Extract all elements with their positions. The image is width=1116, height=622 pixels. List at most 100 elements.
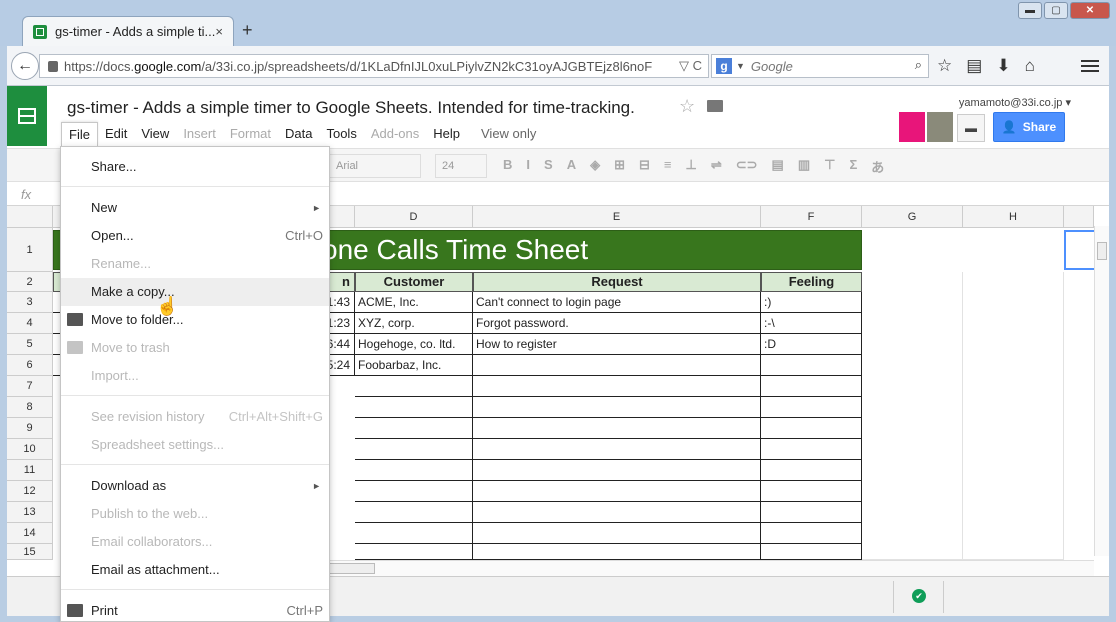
strikethrough-icon[interactable]: S (544, 157, 553, 176)
empty-cell[interactable] (473, 544, 761, 560)
new-tab-button[interactable]: + (242, 20, 253, 41)
user-email[interactable]: yamamoto@33i.co.jp ▾ (959, 96, 1071, 109)
fill-color-icon[interactable]: ◈ (590, 157, 600, 176)
search-icon[interactable]: ⌕ (915, 57, 922, 73)
google-search-engine-icon[interactable]: g (716, 58, 732, 74)
empty-cell[interactable] (473, 502, 761, 523)
column-header-f[interactable]: F (761, 206, 862, 228)
cell-request[interactable]: How to register (473, 334, 761, 355)
empty-cell[interactable] (355, 460, 473, 481)
grid-area-g[interactable] (862, 272, 963, 560)
cell-customer[interactable]: Foobarbaz, Inc. (355, 355, 473, 376)
user-avatar[interactable] (927, 112, 953, 142)
select-all-corner[interactable] (7, 206, 53, 228)
empty-cell[interactable] (355, 544, 473, 560)
document-title[interactable]: gs-timer - Adds a simple timer to Google… (67, 98, 635, 118)
menu-item-new[interactable]: New ► (61, 194, 329, 222)
borders-icon[interactable]: ⊞ (614, 157, 625, 176)
row-header-13[interactable]: 13 (7, 502, 53, 523)
cell-customer[interactable]: XYZ, corp. (355, 313, 473, 334)
functions-icon[interactable]: Σ (849, 157, 857, 176)
empty-cell[interactable] (355, 439, 473, 460)
empty-cell[interactable] (355, 376, 473, 397)
italic-icon[interactable]: I (526, 157, 530, 176)
row-header-2[interactable]: 2 (7, 272, 53, 292)
row-header-14[interactable]: 14 (7, 523, 53, 544)
menu-edit[interactable]: Edit (98, 122, 134, 146)
header-cell-customer[interactable]: Customer (355, 272, 473, 292)
tab-close-icon[interactable]: × (215, 24, 223, 39)
menu-format[interactable]: Format (223, 122, 278, 146)
browser-tab[interactable]: gs-timer - Adds a simple ti... × (22, 16, 234, 46)
bookmark-star-icon[interactable]: ☆ (937, 56, 952, 76)
empty-cell[interactable] (473, 418, 761, 439)
menu-item-download-as[interactable]: Download as ► (61, 472, 329, 500)
empty-cell[interactable] (761, 481, 862, 502)
menu-file[interactable]: File (61, 122, 98, 146)
cell-customer[interactable]: ACME, Inc. (355, 292, 473, 313)
maximize-button[interactable]: ▢ (1044, 2, 1068, 19)
empty-cell[interactable] (761, 460, 862, 481)
column-header-e[interactable]: E (473, 206, 761, 228)
menu-item-email-collaborators[interactable]: Email collaborators... (61, 528, 329, 556)
row-header-10[interactable]: 10 (7, 439, 53, 460)
cell-customer[interactable]: Hogehoge, co. ltd. (355, 334, 473, 355)
menu-item-move-to-trash[interactable]: Move to trash (61, 334, 329, 362)
font-select[interactable]: Arial (329, 154, 421, 178)
share-button[interactable]: 👤 Share (993, 112, 1065, 142)
column-header-partial[interactable] (1064, 206, 1094, 228)
menu-add-ons[interactable]: Add-ons (364, 122, 426, 146)
empty-cell[interactable] (473, 523, 761, 544)
row-header-4[interactable]: 4 (7, 313, 53, 334)
merge-cells-icon[interactable]: ⊟ (639, 157, 650, 176)
reload-icon[interactable]: ▽ C (675, 58, 702, 74)
address-bar[interactable]: https://docs. google.com/a/33i.co.jp/spre… (39, 54, 709, 78)
scroll-thumb[interactable] (329, 563, 375, 574)
collaborator-avatar[interactable] (899, 112, 925, 142)
empty-cell[interactable] (355, 397, 473, 418)
cell-request[interactable]: Forgot password. (473, 313, 761, 334)
scroll-thumb[interactable] (1097, 242, 1107, 260)
row-header-7[interactable]: 7 (7, 376, 53, 397)
vertical-align-icon[interactable]: ⊥ (685, 157, 696, 176)
menu-item-move-to-folder[interactable]: Move to folder... (61, 306, 329, 334)
folder-icon[interactable] (707, 100, 723, 112)
insert-chart-icon[interactable]: ▥ (798, 157, 810, 176)
star-icon[interactable]: ☆ (679, 96, 695, 117)
empty-cell[interactable] (473, 397, 761, 418)
empty-cell[interactable] (355, 481, 473, 502)
sheets-logo-icon[interactable] (7, 86, 47, 146)
text-wrap-icon[interactable]: ⇌ (711, 157, 722, 176)
cell-feeling[interactable]: :) (761, 292, 862, 313)
menu-insert[interactable]: Insert (176, 122, 223, 146)
cell-request[interactable]: Can't connect to login page (473, 292, 761, 313)
empty-cell[interactable] (761, 544, 862, 560)
menu-item-open[interactable]: Open... Ctrl+O (61, 222, 329, 250)
column-header-h[interactable]: H (963, 206, 1064, 228)
column-header-d[interactable]: D (355, 206, 473, 228)
menu-tools[interactable]: Tools (319, 122, 363, 146)
menu-item-print[interactable]: Print Ctrl+P (61, 597, 329, 622)
menu-help[interactable]: Help (426, 122, 467, 146)
hamburger-menu-icon[interactable] (1079, 55, 1101, 77)
column-header-g[interactable]: G (862, 206, 963, 228)
chevron-down-icon[interactable]: ▼ (736, 61, 745, 71)
font-size-select[interactable]: 24 (435, 154, 487, 178)
close-window-button[interactable]: ✕ (1070, 2, 1110, 19)
cell-feeling[interactable]: :D (761, 334, 862, 355)
menu-item-revision-history[interactable]: See revision history Ctrl+Alt+Shift+G (61, 403, 329, 431)
menu-data[interactable]: Data (278, 122, 319, 146)
vertical-scrollbar[interactable] (1094, 226, 1109, 556)
header-cell-feeling[interactable]: Feeling (761, 272, 862, 292)
row-header-9[interactable]: 9 (7, 418, 53, 439)
empty-cell[interactable] (761, 418, 862, 439)
empty-cell[interactable] (355, 523, 473, 544)
grid-area-h[interactable] (963, 272, 1064, 560)
minimize-button[interactable]: ▬ (1018, 2, 1042, 19)
comments-icon[interactable]: ▬ (957, 114, 985, 142)
horizontal-align-icon[interactable]: ≡ (664, 157, 672, 176)
menu-item-import[interactable]: Import... (61, 362, 329, 390)
empty-cell[interactable] (473, 481, 761, 502)
empty-cell[interactable] (761, 523, 862, 544)
empty-cell[interactable] (473, 460, 761, 481)
